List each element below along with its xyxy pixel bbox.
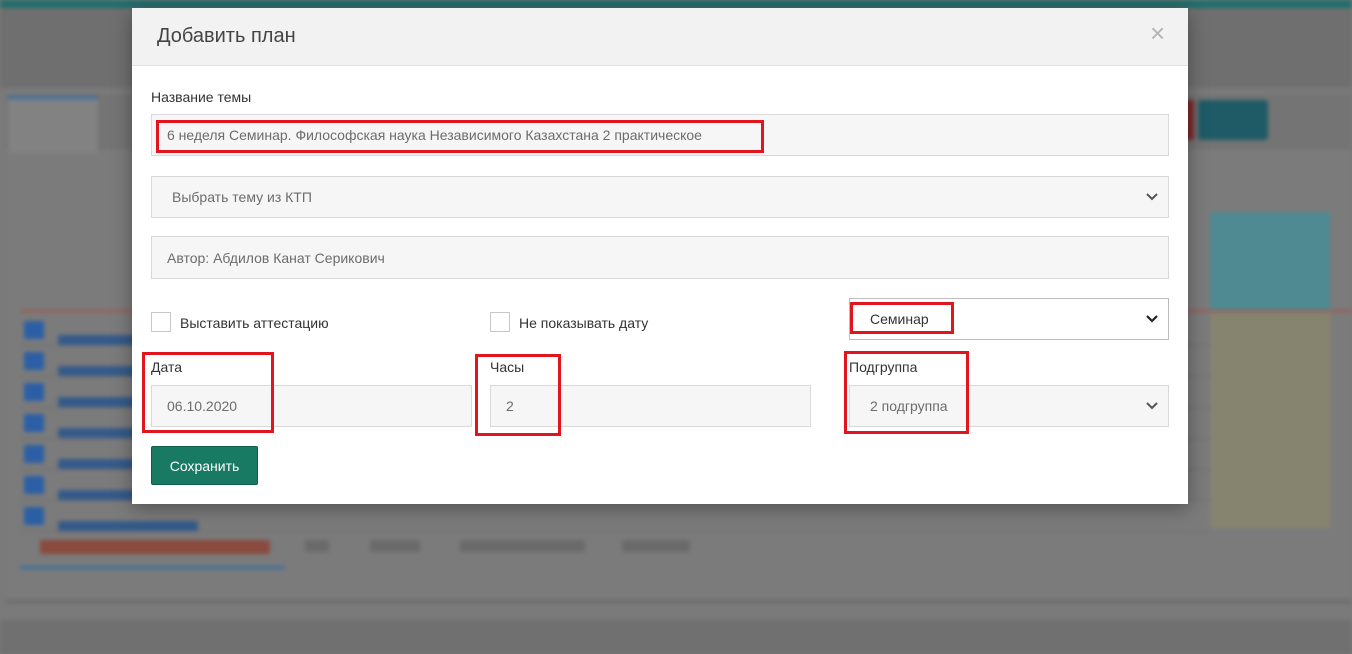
bg-header-columns <box>1210 212 1330 310</box>
bg-footer-tab <box>370 540 420 552</box>
topic-value: 6 неделя Семинар. Философская наука Неза… <box>167 127 702 143</box>
bg-footer-link <box>40 540 270 554</box>
hours-input[interactable]: 2 <box>490 385 811 427</box>
add-plan-modal: Добавить план × Название темы 6 неделя С… <box>132 8 1188 504</box>
attestation-label: Выставить аттестацию <box>180 315 329 331</box>
ktp-topic-select[interactable]: Выбрать тему из КТП <box>151 176 1169 218</box>
author-field: Автор: Абдилов Канат Серикович <box>151 236 1169 279</box>
bg-footer-tab <box>460 540 585 552</box>
modal-title: Добавить план <box>157 25 296 47</box>
hide-date-label: Не показывать дату <box>519 315 649 331</box>
app-bottom-bar <box>0 620 1352 654</box>
bg-export-button <box>1198 100 1268 140</box>
bg-footer-underline <box>20 566 285 569</box>
ktp-select-value: Выбрать тему из КТП <box>172 189 312 205</box>
bg-footer-tab <box>305 540 329 552</box>
journal-tab-active <box>8 96 98 153</box>
date-label: Дата <box>151 359 183 375</box>
author-value: Автор: Абдилов Канат Серикович <box>167 249 385 266</box>
subgroup-value: 2 подгруппа <box>870 398 948 414</box>
bg-footer-tab <box>622 540 690 552</box>
chevron-down-icon <box>1146 315 1158 323</box>
subgroup-label: Подгруппа <box>849 359 918 375</box>
date-value: 06.10.2020 <box>167 398 238 414</box>
chevron-down-icon <box>1146 193 1158 201</box>
modal-header: Добавить план × <box>132 8 1188 66</box>
save-button[interactable]: Сохранить <box>151 446 258 485</box>
topic-label: Название темы <box>151 89 252 105</box>
attestation-checkbox[interactable] <box>151 312 171 332</box>
topic-input[interactable]: 6 неделя Семинар. Философская наука Неза… <box>151 114 1169 156</box>
close-icon[interactable]: × <box>1150 20 1165 46</box>
lesson-type-select[interactable]: Семинар <box>849 298 1169 340</box>
chevron-down-icon <box>1146 402 1158 410</box>
hide-date-checkbox[interactable] <box>490 312 510 332</box>
app-topbar <box>0 0 1352 8</box>
subgroup-select[interactable]: 2 подгруппа <box>849 385 1169 427</box>
hours-label: Часы <box>490 359 525 375</box>
bg-grade-columns <box>1210 312 1330 528</box>
lesson-type-value: Семинар <box>870 311 929 327</box>
hours-value: 2 <box>506 398 514 414</box>
date-input[interactable]: 06.10.2020 <box>151 385 472 427</box>
table-row <box>20 501 1210 532</box>
